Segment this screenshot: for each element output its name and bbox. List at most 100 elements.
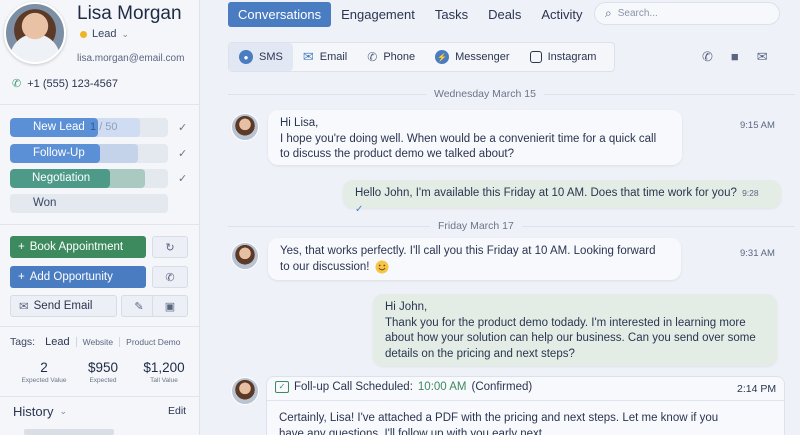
check-icon: ✓	[178, 173, 188, 185]
envelope-icon: ✉	[302, 49, 314, 64]
divider	[0, 104, 200, 105]
stat-label: Tall Value	[150, 377, 178, 384]
video-icon[interactable]: ■	[731, 49, 739, 65]
status-label: Lead	[92, 28, 117, 40]
message-outgoing: Hello John, I'm available this Friday at…	[343, 180, 781, 215]
stage-follow-up[interactable]: Follow-Up	[10, 144, 168, 163]
search-placeholder: Search...	[617, 8, 658, 19]
divider	[267, 400, 784, 401]
envelope-icon[interactable]: ✉	[757, 49, 768, 65]
stat-value: 2	[40, 360, 48, 375]
message-incoming: Yes, that works perfectly. I'll call you…	[268, 238, 681, 280]
envelope-icon: ✉	[19, 301, 29, 313]
channel-instagram[interactable]: Instagram	[520, 43, 607, 71]
status-dot-icon	[80, 30, 87, 38]
message-text: Hello John, I'm available this Friday at…	[355, 187, 737, 199]
stat-value: $1,200	[143, 360, 185, 375]
date-label: Friday March 17	[430, 220, 522, 232]
search-input[interactable]: ⌕ Search...	[594, 2, 780, 25]
check-icon: ✓	[178, 122, 188, 134]
contact-phone[interactable]: ✆ +1 (555) 123-4567	[12, 77, 119, 91]
button-label: Send Email	[33, 300, 93, 312]
tab-deals[interactable]: Deals	[478, 2, 531, 27]
channel-sms[interactable]: ● SMS	[229, 43, 293, 71]
stat-label: Expected	[89, 377, 117, 384]
stat-value: $950	[87, 360, 119, 375]
stat-expected: $950 Expected	[78, 360, 128, 384]
stage-won[interactable]: Won	[10, 194, 168, 213]
instagram-icon	[529, 51, 542, 63]
message-line: to our discussion!	[280, 260, 370, 273]
plus-icon: +	[18, 271, 25, 283]
divider	[0, 396, 200, 397]
check-icon: ✓	[178, 148, 188, 160]
followup-time: 10:00 AM	[417, 381, 467, 393]
channel-label: Phone	[383, 51, 416, 63]
message-line: have any questions. I'll follow up with …	[279, 427, 543, 435]
channel-tabs: ● SMS ✉ Email ✆ Phone ⚡ Messenger Instag…	[228, 42, 615, 72]
contact-email[interactable]: lisa.morgan@email.com	[77, 53, 184, 64]
button-label: Book Appointment	[29, 241, 124, 253]
search-icon: ⌕	[605, 6, 612, 20]
tab-tasks[interactable]: Tasks	[425, 2, 478, 27]
edit-icon: ✎	[134, 300, 144, 313]
channel-label: Messenger	[455, 51, 510, 63]
history-edit-link[interactable]: Edit	[168, 405, 186, 417]
stage-count: 1 / 50	[90, 121, 118, 133]
tag[interactable]: Website	[75, 337, 120, 347]
channel-label: Instagram	[547, 51, 597, 63]
main-tabs: Conversations Engagement Tasks Deals Act…	[228, 2, 593, 27]
refresh-button[interactable]: ↻	[152, 236, 188, 258]
followup-card: ✓ Foll-up Call Scheduled: 10:00 AM (Conf…	[266, 376, 785, 435]
channel-phone[interactable]: ✆ Phone	[357, 43, 425, 71]
stage-negotiation[interactable]: Negotiation	[10, 169, 168, 188]
message-line: Thank you for the product demo todady. I…	[385, 316, 746, 329]
divider	[0, 326, 200, 327]
stat-tall-value: $1,200 Tall Value	[138, 360, 190, 384]
message-line: to discuss the product demo we talked ab…	[280, 148, 514, 160]
followup-label: Foll-up Call Scheduled:	[294, 381, 413, 393]
book-appointment-button[interactable]: + Book Appointment	[10, 236, 146, 258]
sms-icon: ●	[239, 50, 253, 64]
channel-email[interactable]: ✉ Email	[293, 43, 357, 71]
tags-row: Tags: Lead Website Product Demo	[10, 336, 187, 348]
contact-panel: Lisa Morgan Lead ⌄ lisa.morgan@email.com…	[0, 0, 200, 435]
tag[interactable]: Lead	[45, 336, 75, 348]
read-receipt-icon: ✓	[355, 203, 364, 215]
stage-new-lead[interactable]: New Lead 1 / 50	[10, 118, 168, 137]
divider	[0, 224, 200, 225]
call-button[interactable]: ✆	[152, 266, 188, 288]
channel-label: Email	[319, 51, 348, 63]
tab-conversations[interactable]: Conversations	[228, 2, 332, 27]
plus-icon: +	[18, 241, 25, 253]
history-toggle[interactable]: History ⌄	[13, 404, 67, 419]
message-outgoing: Hi John, Thank you for the product demo …	[373, 294, 777, 366]
tab-activity[interactable]: Activity	[531, 2, 592, 27]
tab-engagement[interactable]: Engagement	[331, 2, 425, 27]
contact-avatar[interactable]	[4, 2, 66, 64]
history-item[interactable]	[24, 429, 114, 435]
phone-number: +1 (555) 123-4567	[27, 77, 119, 90]
followup-state: (Confirmed)	[471, 381, 533, 393]
message-line: Hi Lisa,	[280, 117, 319, 129]
messenger-icon: ⚡	[435, 50, 450, 64]
phone-icon: ✆	[367, 50, 378, 64]
phone-icon: ✆	[165, 271, 175, 284]
chevron-down-icon: ⌄	[59, 406, 67, 416]
briefcase-button[interactable]: ▣	[152, 295, 188, 317]
thread-actions: ✆ ■ ✉	[702, 49, 768, 65]
add-opportunity-button[interactable]: + Add Opportunity	[10, 266, 146, 288]
tags-label: Tags:	[10, 336, 36, 348]
message-line: about how your solution can help our bus…	[385, 332, 756, 344]
smile-emoji-icon	[375, 260, 391, 276]
send-email-button[interactable]: ✉ Send Email	[10, 295, 117, 317]
message-incoming: Certainly, Lisa! I've attached a PDF wit…	[279, 411, 749, 435]
message-time: 2:14 PM	[737, 383, 777, 395]
contact-avatar	[231, 242, 259, 270]
chevron-down-icon: ⌄	[121, 28, 130, 39]
phone-icon[interactable]: ✆	[702, 49, 713, 65]
tag[interactable]: Product Demo	[119, 337, 186, 347]
channel-messenger[interactable]: ⚡ Messenger	[425, 43, 519, 71]
status-dropdown[interactable]: Lead ⌄	[80, 28, 129, 40]
message-line: Hi John,	[385, 301, 428, 313]
